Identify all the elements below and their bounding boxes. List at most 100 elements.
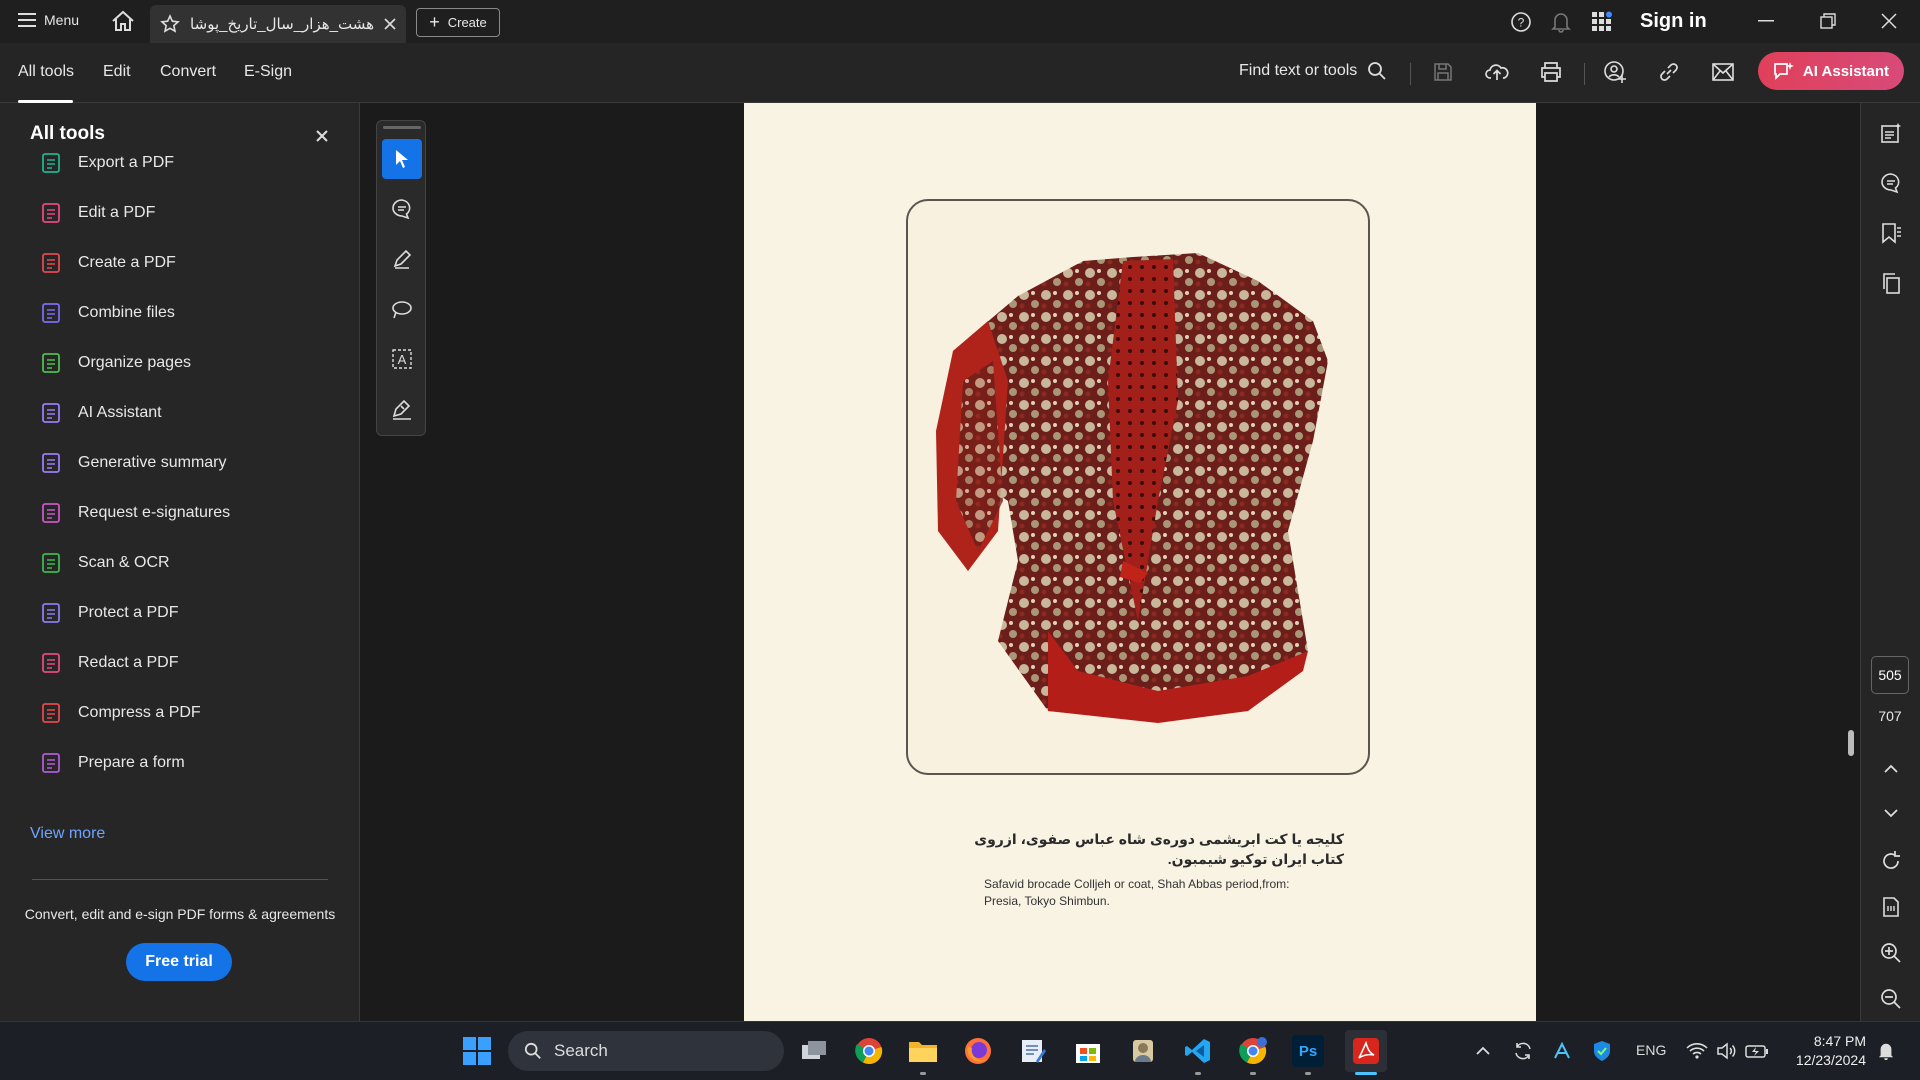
tool-combine-files[interactable]: Combine files (40, 293, 340, 333)
all-tools-panel: All tools Export a PDF Edit a PDF Create a… (0, 103, 360, 1021)
lasso-icon (392, 301, 412, 319)
start-button[interactable] (461, 1035, 493, 1067)
prepare-a-form-icon (42, 753, 60, 773)
file-explorer-app[interactable] (907, 1035, 939, 1067)
notepad-app[interactable] (1017, 1035, 1049, 1067)
zoom-in-button[interactable] (1875, 937, 1907, 969)
firefox-app[interactable] (962, 1035, 994, 1067)
tab-all-tools[interactable]: All tools (18, 63, 74, 81)
acrobat-icon (1353, 1038, 1379, 1064)
sign-tool-button[interactable] (382, 389, 422, 429)
vertical-scrollbar-thumb[interactable] (1848, 730, 1854, 756)
tool-create-a-pdf[interactable]: Create a PDF (40, 243, 340, 283)
tool-generative-summary[interactable]: Generative summary (40, 443, 340, 483)
tab-convert[interactable]: Convert (160, 63, 216, 81)
upload-button[interactable] (1482, 57, 1512, 87)
close-icon (1881, 13, 1897, 29)
tool-organize-pages[interactable]: Organize pages (40, 343, 340, 383)
minimize-icon (1758, 20, 1774, 22)
wifi-tray-icon[interactable] (1681, 1035, 1713, 1067)
chrome-profile-app[interactable] (1237, 1035, 1269, 1067)
creative-cloud-tray-icon[interactable] (1546, 1035, 1578, 1067)
close-window-button[interactable] (1881, 13, 1897, 29)
caption-english: Safavid brocade Colljeh or coat, Shah Ab… (984, 876, 1344, 910)
show-hidden-icons-button[interactable] (1467, 1035, 1499, 1067)
view-more-link[interactable]: View more (30, 825, 105, 843)
draw-tool-button[interactable] (382, 289, 422, 329)
acrobat-app[interactable] (1345, 1030, 1387, 1072)
select-tool-button[interactable] (382, 139, 422, 179)
create-button[interactable]: + Create (416, 8, 500, 37)
tool-prepare-a-form[interactable]: Prepare a form (40, 743, 340, 783)
comment-tool-button[interactable] (382, 189, 422, 229)
security-tray-icon[interactable] (1586, 1035, 1618, 1067)
restore-button[interactable] (1820, 13, 1836, 29)
combine-files-icon (42, 303, 60, 323)
tool-edit-a-pdf[interactable]: Edit a PDF (40, 193, 340, 233)
share-button[interactable] (1600, 57, 1630, 87)
tool-label: Organize pages (78, 354, 191, 371)
taskbar-search[interactable]: Search (508, 1031, 784, 1071)
current-page-input[interactable]: 505 (1871, 656, 1909, 694)
close-icon (316, 130, 328, 142)
email-button[interactable] (1708, 57, 1738, 87)
zoom-out-button[interactable] (1875, 983, 1907, 1015)
text-box-tool-button[interactable]: A (382, 339, 422, 379)
tab-edit[interactable]: Edit (103, 63, 131, 81)
home-button[interactable] (111, 10, 135, 32)
tool-scan-ocr[interactable]: Scan & OCR (40, 543, 340, 583)
tool-export-a-pdf[interactable]: Export a PDF (40, 143, 340, 183)
bookmark-icon (1882, 223, 1901, 244)
photoshop-app[interactable]: Ps (1292, 1035, 1324, 1067)
fit-page-button[interactable] (1875, 891, 1907, 923)
tool-request-e-signatures[interactable]: Request e-signatures (40, 493, 340, 533)
highlight-tool-button[interactable] (382, 239, 422, 279)
main-toolbar: All tools Edit Convert E-Sign Find text … (0, 43, 1920, 103)
system-clock[interactable]: 8:47 PM 12/23/2024 (1786, 1032, 1866, 1070)
volume-tray-icon[interactable] (1711, 1035, 1743, 1067)
comment-icon (392, 199, 411, 220)
clock-time: 8:47 PM (1813, 1033, 1866, 1049)
chrome-app[interactable] (853, 1035, 885, 1067)
link-button[interactable] (1654, 57, 1684, 87)
microsoft-store-app[interactable] (1072, 1035, 1104, 1067)
sync-tray-icon[interactable] (1507, 1035, 1539, 1067)
document-tab[interactable]: هشت_هزار_سال_تاریخ_پوشا.. (150, 5, 406, 43)
tool-compress-a-pdf[interactable]: Compress a PDF (40, 693, 340, 733)
task-view-button[interactable] (798, 1035, 830, 1067)
battery-tray-icon[interactable] (1741, 1035, 1773, 1067)
free-trial-button[interactable]: Free trial (126, 943, 232, 981)
tool-label: Edit a PDF (78, 204, 156, 221)
shield-icon (1594, 1041, 1610, 1061)
drag-handle[interactable] (383, 126, 421, 129)
star-icon[interactable] (160, 14, 180, 34)
notifications-button[interactable] (1551, 11, 1571, 33)
generative-summary-button[interactable] (1875, 117, 1907, 149)
apps-button[interactable] (1591, 11, 1613, 33)
user-app[interactable] (1127, 1035, 1159, 1067)
print-button[interactable] (1536, 57, 1566, 87)
vscode-app[interactable] (1182, 1035, 1214, 1067)
bookmarks-button[interactable] (1875, 217, 1907, 249)
find-tools-button[interactable]: Find text or tools (1239, 61, 1387, 81)
menu-button[interactable]: Menu (18, 12, 79, 28)
close-tab-icon[interactable] (384, 18, 396, 30)
page-thumbnails-button[interactable] (1875, 267, 1907, 299)
sign-in-button[interactable]: Sign in (1640, 10, 1707, 33)
tool-protect-a-pdf[interactable]: Protect a PDF (40, 593, 340, 633)
minimize-button[interactable] (1758, 20, 1774, 22)
tab-esign[interactable]: E-Sign (244, 63, 292, 81)
help-button[interactable]: ? (1510, 11, 1532, 33)
rotate-button[interactable] (1875, 845, 1907, 877)
scroll-down-button[interactable] (1875, 797, 1907, 829)
coat-illustration (936, 253, 1328, 723)
ai-assistant-button[interactable]: AI Assistant (1758, 52, 1904, 90)
comments-panel-button[interactable] (1875, 167, 1907, 199)
tool-ai-assistant[interactable]: AI Assistant (40, 393, 340, 433)
ai-assistant-label: AI Assistant (1802, 62, 1890, 80)
save-button[interactable] (1428, 57, 1458, 87)
tool-redact-a-pdf[interactable]: Redact a PDF (40, 643, 340, 683)
language-indicator[interactable]: ENG (1636, 1042, 1666, 1058)
scroll-up-button[interactable] (1875, 753, 1907, 785)
notification-center-button[interactable] (1870, 1035, 1902, 1067)
